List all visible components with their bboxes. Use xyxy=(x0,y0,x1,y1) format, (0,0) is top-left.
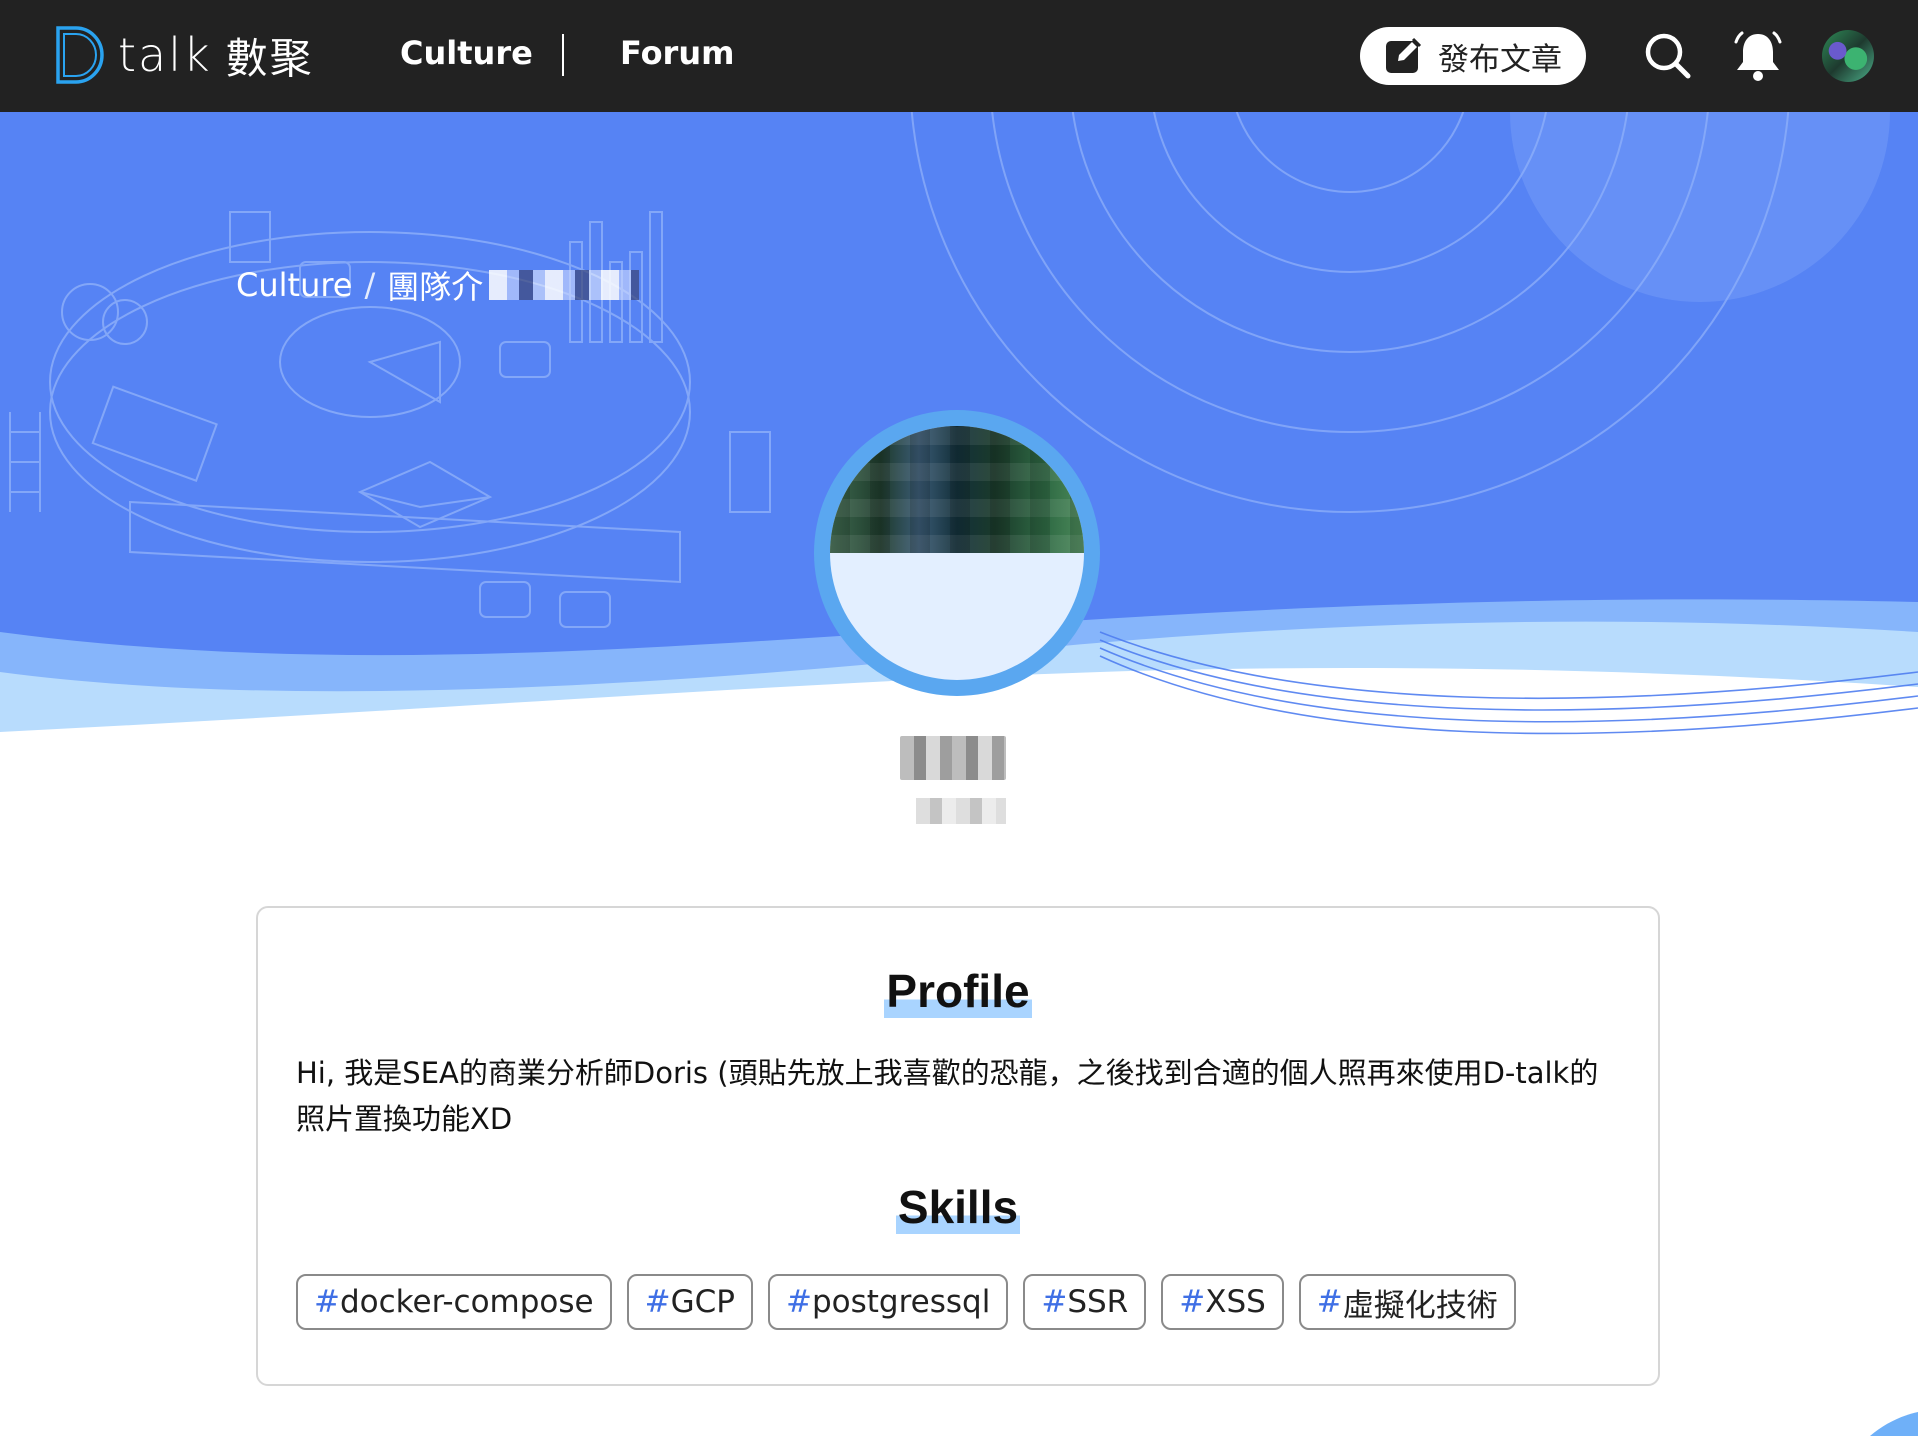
skill-tag-label: 虛擬化技術 xyxy=(1342,1287,1498,1324)
profile-card: Profile Hi, 我是SEA的商業分析師Doris (頭貼先放上我喜歡的恐… xyxy=(256,906,1660,1386)
breadcrumb: Culture / 團隊介 xyxy=(236,262,640,308)
profile-name-redacted xyxy=(900,736,1006,780)
search-button[interactable] xyxy=(1642,28,1694,84)
profile-subtitle-redacted xyxy=(916,798,1006,824)
skill-tag-label: SSR xyxy=(1067,1284,1129,1320)
profile-avatar-image xyxy=(830,426,1084,680)
profile-heading: Profile xyxy=(258,964,1658,1018)
profile-avatar xyxy=(814,410,1100,696)
skills-heading-text: Skills xyxy=(895,1180,1021,1234)
corner-decoration xyxy=(1870,1412,1918,1436)
skill-tag-gcp[interactable]: # GCP xyxy=(626,1274,753,1330)
tag-hash: # xyxy=(644,1284,671,1320)
top-nav: talk 數聚 Culture Forum 發布文章 xyxy=(0,0,1918,112)
skill-tag-postgressql[interactable]: # postgressql xyxy=(767,1274,1009,1330)
breadcrumb-separator: / xyxy=(364,266,376,304)
profile-bio: Hi, 我是SEA的商業分析師Doris (頭貼先放上我喜歡的恐龍，之後找到合適… xyxy=(296,1056,1599,1136)
nav-link-culture[interactable]: Culture xyxy=(400,34,533,72)
tag-hash: # xyxy=(314,1284,340,1320)
user-avatar[interactable] xyxy=(1822,30,1874,82)
tag-hash: # xyxy=(1179,1284,1206,1320)
skill-tag-label: postgressql xyxy=(811,1284,991,1320)
breadcrumb-link-culture[interactable]: Culture xyxy=(236,266,352,304)
skill-tag-xss[interactable]: # XSS xyxy=(1161,1274,1284,1330)
d-logo-icon xyxy=(56,26,104,84)
site-logo[interactable]: talk 數聚 xyxy=(52,24,314,86)
skill-tag-docker-compose[interactable]: # docker-compose xyxy=(296,1274,612,1330)
search-icon xyxy=(1645,33,1691,79)
logo-chinese-text: 數聚 xyxy=(225,33,314,83)
edit-pen-icon xyxy=(1386,37,1422,73)
notifications-button[interactable] xyxy=(1732,28,1784,84)
nav-link-forum[interactable]: Forum xyxy=(620,34,734,72)
nav-divider xyxy=(562,34,564,76)
bell-icon xyxy=(1734,31,1782,81)
tag-hash: # xyxy=(785,1284,812,1320)
skill-tags: # docker-compose # GCP # postgressql # SSR #… xyxy=(296,1274,1516,1330)
tag-hash: # xyxy=(1041,1284,1068,1320)
publish-article-label: 發布文章 xyxy=(1438,41,1562,78)
tag-hash: # xyxy=(1316,1284,1343,1320)
skill-tag-label: GCP xyxy=(670,1284,735,1320)
breadcrumb-current: 團隊介 xyxy=(387,268,484,306)
skill-tag-label: XSS xyxy=(1205,1284,1266,1320)
profile-avatar-pixelated-photo xyxy=(830,426,1084,553)
logo-text: talk xyxy=(118,28,212,82)
skill-tag-label: docker-compose xyxy=(339,1284,594,1320)
skill-tag-ssr[interactable]: # SSR xyxy=(1023,1274,1147,1330)
profile-heading-text: Profile xyxy=(884,964,1032,1018)
breadcrumb-redacted-text xyxy=(489,270,640,300)
skills-heading: Skills xyxy=(258,1180,1658,1234)
publish-article-button[interactable]: 發布文章 xyxy=(1360,27,1586,85)
skill-tag-virtualization[interactable]: # 虛擬化技術 xyxy=(1298,1274,1516,1330)
